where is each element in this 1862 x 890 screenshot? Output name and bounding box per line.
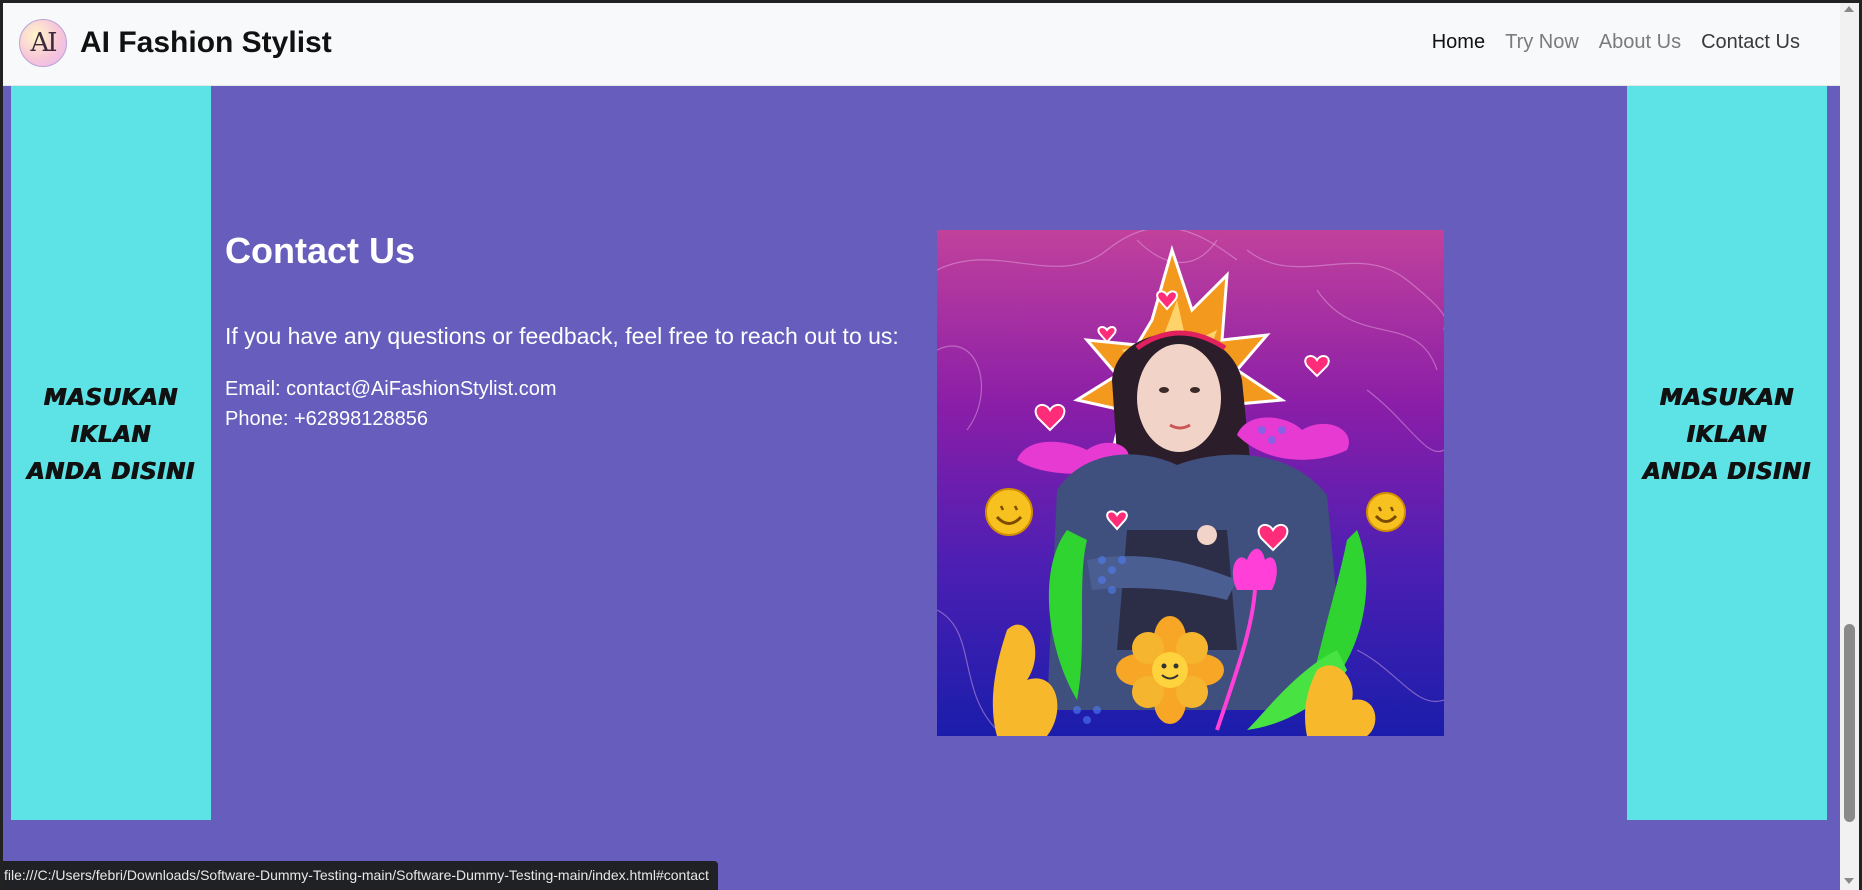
fashion-illustration-image <box>937 230 1444 736</box>
scroll-thumb[interactable] <box>1844 624 1855 822</box>
navbar: AI AI Fashion Stylist Home Try Now About… <box>0 0 1840 86</box>
brand-logo-text: AI <box>30 27 57 58</box>
ad-banner-right[interactable]: MASUKAN IKLAN ANDA DISINI <box>1627 86 1827 820</box>
illustration-svg <box>937 230 1444 736</box>
contact-section: Contact Us If you have any questions or … <box>225 230 899 434</box>
ad-line: MASUKAN IKLAN <box>1659 385 1795 448</box>
contact-phone: Phone: +62898128856 <box>225 408 428 430</box>
brand-logo[interactable]: AI <box>19 18 67 67</box>
status-bar-url: file:///C:/Users/febri/Downloads/Softwar… <box>0 861 718 890</box>
nav-about-us[interactable]: About Us <box>1589 31 1691 54</box>
contact-email: Email: contact@AiFashionStylist.com <box>225 378 557 400</box>
nav-try-now[interactable]: Try Now <box>1495 31 1589 54</box>
brand-name[interactable]: AI Fashion Stylist <box>80 26 332 60</box>
nav-contact-us[interactable]: Contact Us <box>1691 31 1810 54</box>
vertical-scrollbar[interactable] <box>1840 0 1859 890</box>
contact-intro: If you have any questions or feedback, f… <box>225 323 899 349</box>
ad-text-left: MASUKAN IKLAN ANDA DISINI <box>11 380 211 491</box>
contact-title: Contact Us <box>225 230 416 271</box>
ad-line: ANDA DISINI <box>1642 459 1812 485</box>
ad-text-right: MASUKAN IKLAN ANDA DISINI <box>1627 380 1827 491</box>
ad-line: ANDA DISINI <box>26 459 196 485</box>
nav-home[interactable]: Home <box>1422 31 1495 54</box>
ad-banner-left[interactable]: MASUKAN IKLAN ANDA DISINI <box>11 86 211 820</box>
ad-line: MASUKAN IKLAN <box>43 385 179 448</box>
nav-links: Home Try Now About Us Contact Us <box>1422 31 1810 54</box>
contact-info: Email: contact@AiFashionStylist.com Phon… <box>225 374 899 434</box>
brand[interactable]: AI AI Fashion Stylist <box>19 18 332 67</box>
scroll-up-arrow-icon[interactable] <box>1844 6 1854 12</box>
scroll-down-arrow-icon[interactable] <box>1844 878 1854 884</box>
window-frame <box>0 0 1862 890</box>
